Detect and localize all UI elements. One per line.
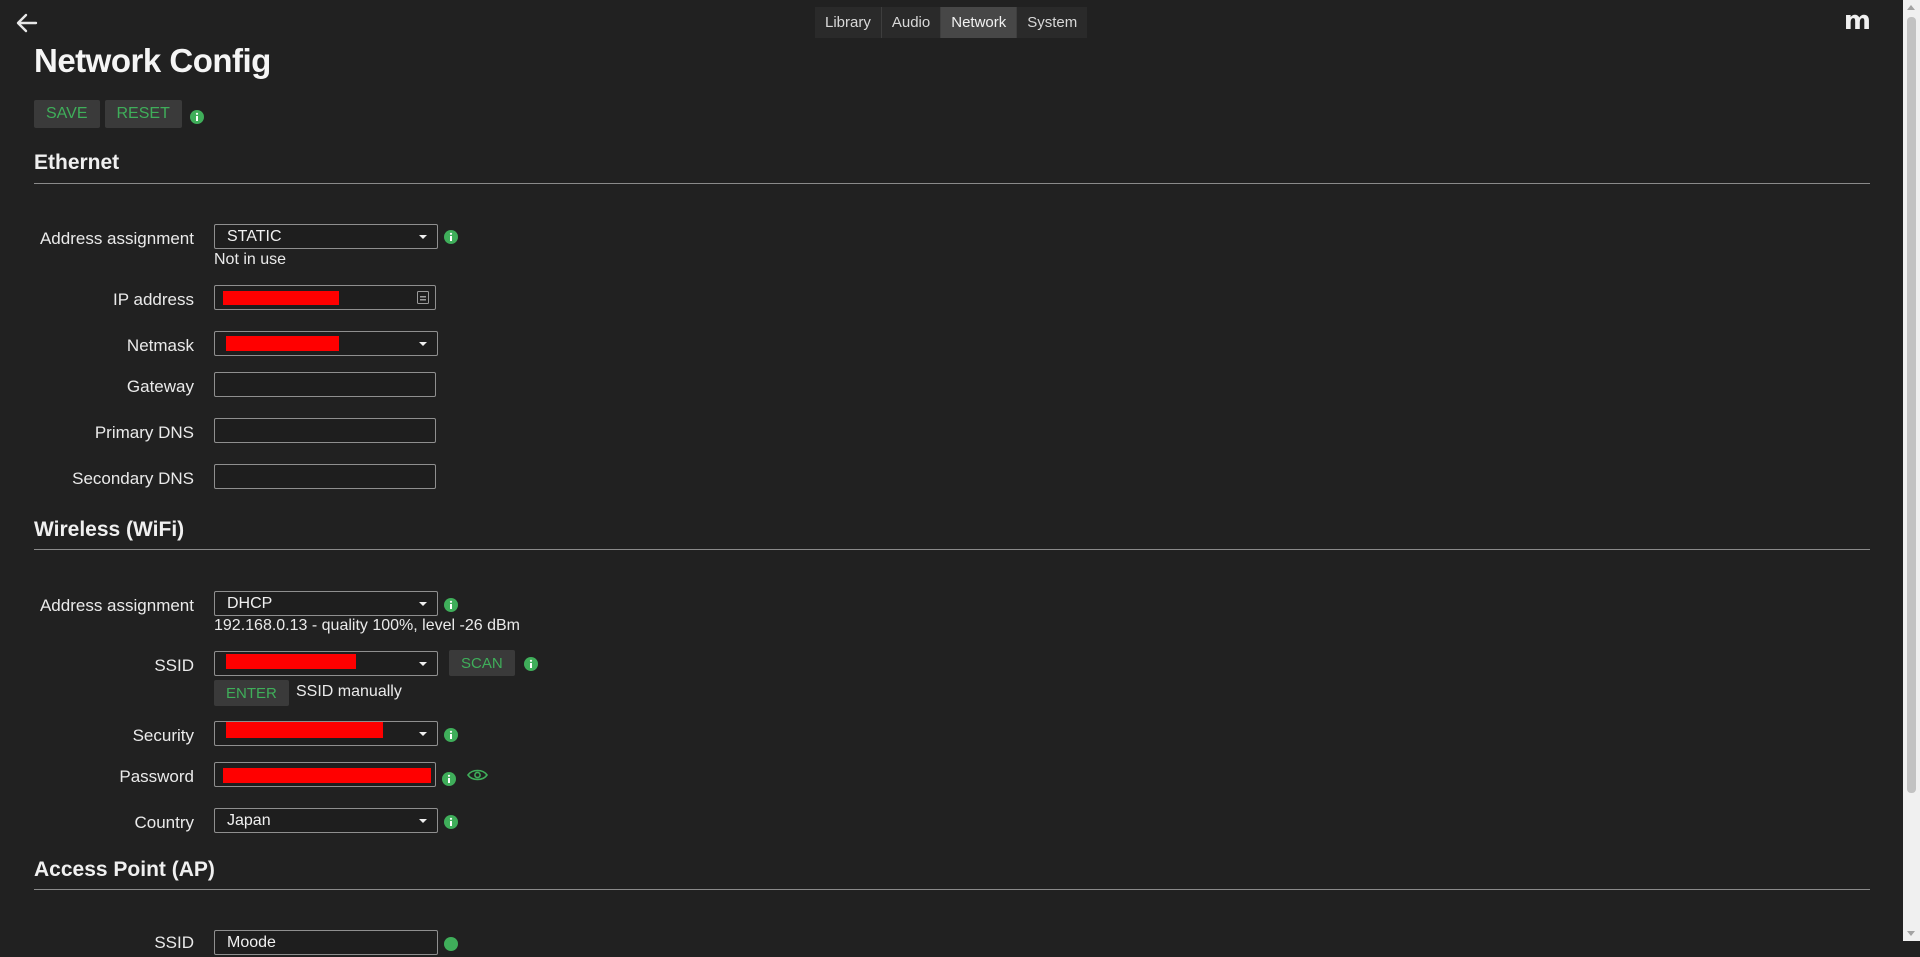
section-divider	[34, 549, 1870, 550]
chevron-down-icon	[419, 602, 427, 606]
tab-network[interactable]: Network	[940, 7, 1017, 38]
secondary-dns-label: Secondary DNS	[72, 469, 194, 488]
ip-address-label: IP address	[113, 290, 194, 309]
security-select[interactable]	[214, 721, 438, 746]
ethernet-heading: Ethernet	[34, 151, 120, 174]
eth-status-text: Not in use	[214, 251, 287, 268]
wifi-address-assignment-select[interactable]: DHCP	[214, 591, 438, 616]
ap-heading: Access Point (AP)	[34, 858, 215, 881]
redacted-value	[223, 291, 339, 305]
secondary-dns-input[interactable]	[214, 464, 436, 489]
scan-button[interactable]: SCAN	[449, 650, 515, 676]
info-icon[interactable]	[523, 656, 539, 672]
eth-address-assignment-label: Address assignment	[39, 229, 194, 248]
show-password-eye-icon[interactable]	[467, 768, 488, 787]
info-icon[interactable]	[443, 597, 459, 613]
ap-ssid-label: SSID	[154, 933, 194, 952]
section-divider	[34, 183, 1870, 184]
ip-address-input[interactable]	[214, 285, 436, 310]
wifi-status-text: 192.168.0.13 - quality 100%, level -26 d…	[214, 617, 520, 634]
wifi-heading: Wireless (WiFi)	[34, 518, 185, 541]
primary-dns-label: Primary DNS	[94, 423, 194, 442]
security-label: Security	[132, 726, 194, 745]
primary-dns-input[interactable]	[214, 418, 436, 443]
enter-ssid-manually-text: SSID manually	[296, 683, 402, 700]
wifi-address-assignment-label: Address assignment	[39, 596, 194, 615]
page-title: Network Config	[34, 42, 271, 79]
enter-ssid-button[interactable]: ENTER	[214, 680, 289, 706]
eth-address-assignment-select[interactable]: STATIC	[214, 224, 438, 249]
info-icon[interactable]	[443, 229, 459, 245]
ap-ssid-input[interactable]: Moode	[214, 930, 438, 955]
info-icon[interactable]	[443, 814, 459, 830]
password-label: Password	[119, 767, 194, 786]
save-button[interactable]: SAVE	[34, 100, 100, 128]
ap-ssid-value: Moode	[227, 934, 276, 951]
app-logo[interactable]: m	[1844, 6, 1871, 36]
info-icon[interactable]	[189, 109, 205, 125]
scroll-down-arrow-icon[interactable]	[1907, 931, 1915, 936]
info-icon[interactable]	[441, 771, 457, 787]
tab-library[interactable]: Library	[815, 7, 881, 38]
wifi-address-assignment-value: DHCP	[227, 595, 273, 612]
password-input[interactable]	[214, 762, 436, 787]
gateway-input[interactable]	[214, 372, 436, 397]
password-manager-icon[interactable]	[417, 291, 429, 309]
chevron-down-icon	[419, 342, 427, 346]
redacted-value	[226, 654, 356, 669]
chevron-down-icon	[419, 662, 427, 666]
tab-audio[interactable]: Audio	[880, 7, 941, 38]
config-actions: SAVE RESET	[34, 100, 205, 128]
netmask-select[interactable]	[214, 331, 438, 356]
scrollbar-thumb[interactable]	[1907, 17, 1916, 793]
tab-system[interactable]: System	[1016, 7, 1088, 38]
country-value: Japan	[227, 812, 271, 829]
scroll-up-arrow-icon[interactable]	[1907, 5, 1915, 10]
gateway-label: Gateway	[126, 377, 194, 396]
redacted-value	[226, 336, 339, 351]
chevron-down-icon	[419, 819, 427, 823]
ssid-select[interactable]	[214, 651, 438, 676]
country-label: Country	[134, 813, 194, 832]
ssid-label: SSID	[154, 656, 194, 675]
netmask-label: Netmask	[126, 336, 194, 355]
info-icon[interactable]	[443, 936, 459, 952]
top-nav-tabs: Library Audio Network System	[815, 7, 1088, 38]
back-arrow-icon[interactable]	[14, 10, 40, 36]
chevron-down-icon	[419, 235, 427, 239]
info-icon[interactable]	[443, 727, 459, 743]
chevron-down-icon	[419, 732, 427, 736]
reset-button[interactable]: RESET	[104, 100, 182, 128]
page-scrollbar[interactable]	[1903, 0, 1920, 941]
country-select[interactable]: Japan	[214, 808, 438, 833]
redacted-value	[226, 722, 383, 738]
redacted-value	[223, 768, 431, 783]
eth-address-assignment-value: STATIC	[227, 228, 282, 245]
section-divider	[34, 889, 1870, 890]
